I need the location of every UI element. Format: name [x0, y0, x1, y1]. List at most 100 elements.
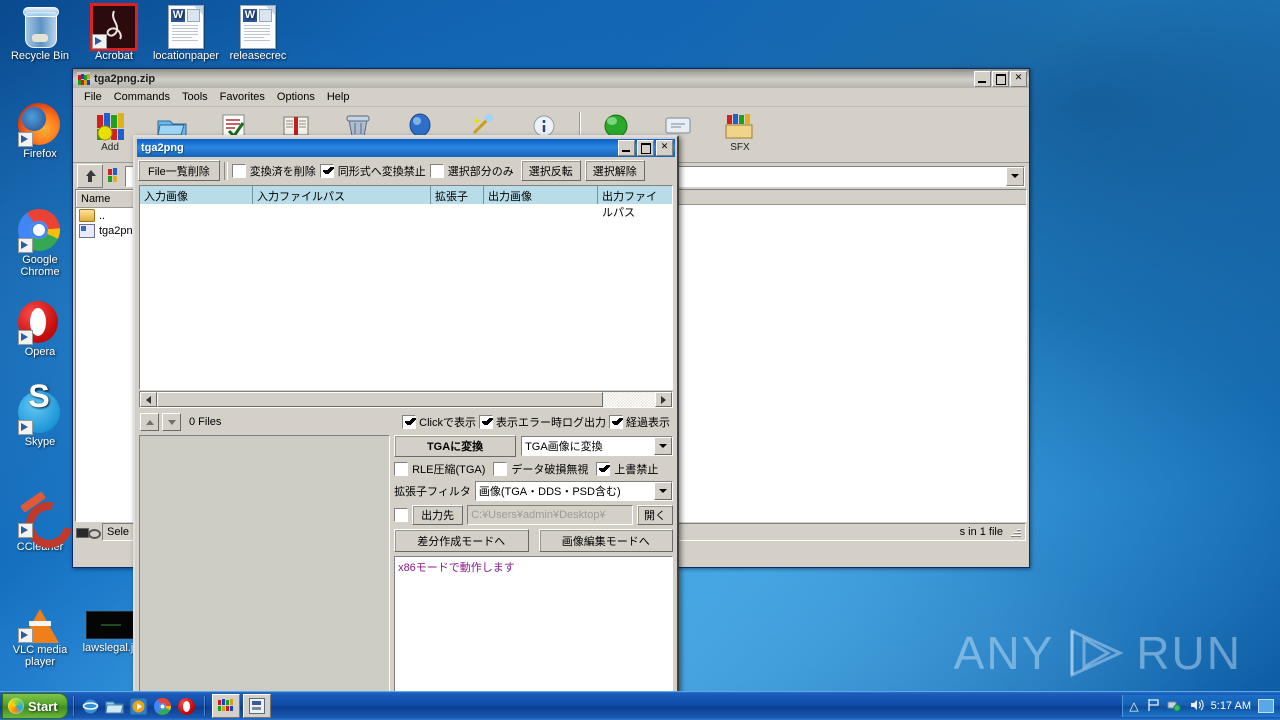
start-button[interactable]: Start [2, 693, 68, 719]
output-dest-checkbox[interactable] [394, 508, 409, 522]
desktop-icon-recycle-bin[interactable]: Recycle Bin [4, 4, 76, 62]
column-extension[interactable]: 拡張子 [431, 186, 484, 204]
taskbar-task-winrar[interactable] [211, 694, 240, 718]
winrar-titlebar[interactable]: tga2png.zip ✕ [73, 69, 1029, 88]
column-input-path[interactable]: 入力ファイルパス [253, 186, 431, 204]
column-input-image[interactable]: 入力画像 [140, 186, 253, 204]
desktop-icon-firefox[interactable]: Firefox [4, 102, 76, 160]
winrar-minimize-button[interactable] [974, 70, 991, 87]
quicklaunch-internet-explorer[interactable] [79, 694, 103, 718]
scrollbar-track[interactable] [603, 392, 655, 407]
toolbar-button-sfx[interactable]: SFX [709, 110, 771, 153]
desktop-icon-label: Google Chrome [20, 254, 60, 278]
archive-type-icon [106, 167, 122, 185]
tga2png-toolbar[interactable]: File一覧削除 変換済を削除 同形式へ変換禁止 選択部分のみ 選択反転 選択解… [135, 160, 677, 181]
up-one-level-button[interactable] [77, 164, 103, 188]
grid-body[interactable] [139, 204, 673, 390]
forbid-same-format-checkbox[interactable] [319, 163, 334, 178]
toolbar-button-add[interactable]: Add [79, 110, 141, 153]
winrar-maximize-button[interactable] [992, 70, 1009, 87]
desktop-icon-releasecrec[interactable]: W releasecrec [222, 4, 294, 62]
log-output-pane[interactable]: x86モードで動作します [394, 556, 673, 693]
system-tray[interactable]: △ 5:17 AM [1122, 695, 1280, 717]
preview-pane[interactable] [139, 435, 391, 693]
output-dest-button[interactable]: 出力先 [412, 505, 464, 525]
toolbar-label-sfx: SFX [730, 142, 750, 153]
column-output-image[interactable]: 出力画像 [484, 186, 598, 204]
menu-item-file[interactable]: File [78, 90, 108, 104]
move-up-button[interactable] [140, 413, 159, 431]
menu-item-options[interactable]: Options [271, 90, 321, 104]
convert-mode-combobox[interactable]: TGA画像に変換 [521, 436, 673, 456]
click-display-checkbox[interactable] [402, 415, 417, 429]
menu-item-commands[interactable]: Commands [108, 90, 176, 104]
conversion-grid[interactable]: 入力画像 入力ファイルパス 拡張子 出力画像 出力ファイルパス [139, 185, 673, 408]
action-center-icon[interactable] [1146, 698, 1160, 715]
show-hidden-icons-icon[interactable]: △ [1129, 699, 1138, 713]
desktop-icon-ccleaner[interactable]: CCleaner [4, 491, 82, 558]
tga2png-maximize-button[interactable] [637, 140, 654, 156]
column-output-path[interactable]: 出力ファイルパス [598, 186, 664, 219]
quicklaunch-opera[interactable] [175, 694, 199, 718]
winrar-menubar[interactable]: File Commands Tools Favorites Options He… [73, 88, 1029, 107]
desktop-icon-label: Acrobat [95, 50, 133, 62]
log-text: x86モードで動作します [398, 562, 515, 574]
show-desktop-button[interactable] [1258, 699, 1274, 713]
network-icon[interactable] [1167, 698, 1182, 715]
vlc-icon [4, 598, 76, 644]
convert-mode-value: TGA画像に変換 [525, 441, 603, 453]
volume-icon[interactable] [1189, 698, 1204, 715]
open-output-button[interactable]: 開く [637, 505, 673, 525]
tga2png-lower-section: TGAに変換 TGA画像に変換 RLE圧縮(TGA) データ破損無視 上書禁止 … [135, 431, 677, 693]
extension-filter-combobox[interactable]: 画像(TGA・DDS・PSD含む) [474, 481, 673, 501]
delete-converted-label: 変換済を削除 [249, 165, 316, 178]
desktop-icon-google-chrome[interactable]: Google Chrome [4, 208, 76, 278]
taskbar[interactable]: Start △ 5:17 AM [0, 691, 1280, 720]
address-dropdown-button[interactable] [1006, 166, 1024, 186]
tga2png-titlebar[interactable]: tga2png ✕ [137, 139, 675, 157]
chevron-down-icon[interactable] [654, 482, 672, 500]
diff-mode-button[interactable]: 差分作成モードへ [394, 529, 529, 552]
scroll-left-button[interactable] [140, 392, 157, 407]
tga2png-minimize-button[interactable] [618, 140, 635, 156]
menu-item-favorites[interactable]: Favorites [214, 90, 271, 104]
chevron-down-icon[interactable] [654, 437, 672, 455]
grid-header-row[interactable]: 入力画像 入力ファイルパス 拡張子 出力画像 出力ファイルパス [139, 185, 673, 219]
deselect-button[interactable]: 選択解除 [584, 160, 645, 181]
desktop-icon-opera[interactable]: Opera [4, 300, 76, 358]
tga2png-close-button[interactable]: ✕ [656, 140, 673, 156]
rle-compression-checkbox[interactable] [394, 462, 409, 476]
menu-item-tools[interactable]: Tools [176, 90, 214, 104]
desktop-icon-acrobat[interactable]:  Acrobat [78, 3, 150, 62]
taskbar-task-tga2png[interactable] [242, 694, 271, 718]
desktop-icon-locationpaper[interactable]: W locationpaper [150, 4, 222, 62]
output-path-field[interactable]: C:¥Users¥admin¥Desktop¥ [467, 505, 633, 525]
scroll-right-button[interactable] [655, 392, 672, 407]
desktop-icon-skype[interactable]: Skype [4, 390, 76, 448]
selection-only-checkbox[interactable] [429, 163, 444, 178]
clear-file-list-button[interactable]: File一覧削除 [138, 160, 220, 181]
error-log-checkbox[interactable] [479, 415, 493, 429]
clock[interactable]: 5:17 AM [1211, 700, 1251, 712]
quicklaunch-chrome[interactable] [151, 694, 175, 718]
invert-selection-button[interactable]: 選択反転 [520, 160, 581, 181]
progress-display-checkbox[interactable] [609, 415, 623, 429]
chrome-icon [4, 208, 76, 254]
resize-grip[interactable] [1009, 526, 1021, 538]
menu-item-help[interactable]: Help [321, 90, 356, 104]
quicklaunch-show-desktop[interactable] [103, 694, 127, 718]
desktop-icon-vlc[interactable]: VLC media player [4, 598, 76, 668]
tga2png-statusoptions-row[interactable]: 0 Files Clickで表示 表示エラー時ログ出力 経過表示 [135, 413, 677, 431]
quicklaunch-media-player[interactable] [127, 694, 151, 718]
winrar-close-button[interactable]: ✕ [1010, 70, 1027, 87]
move-down-button[interactable] [162, 413, 181, 431]
ignore-corrupt-checkbox[interactable] [493, 462, 508, 476]
tga2png-window[interactable]: tga2png ✕ File一覧削除 変換済を削除 同形式へ変換禁止 選択部分の… [133, 135, 679, 695]
winrar-icon [218, 699, 234, 713]
image-edit-mode-button[interactable]: 画像編集モードへ [538, 529, 673, 552]
grid-horizontal-scrollbar[interactable] [139, 391, 673, 408]
convert-to-tga-button[interactable]: TGAに変換 [394, 435, 517, 457]
no-overwrite-checkbox[interactable] [596, 462, 611, 476]
scrollbar-thumb[interactable] [157, 392, 603, 407]
delete-converted-checkbox[interactable] [231, 163, 246, 178]
